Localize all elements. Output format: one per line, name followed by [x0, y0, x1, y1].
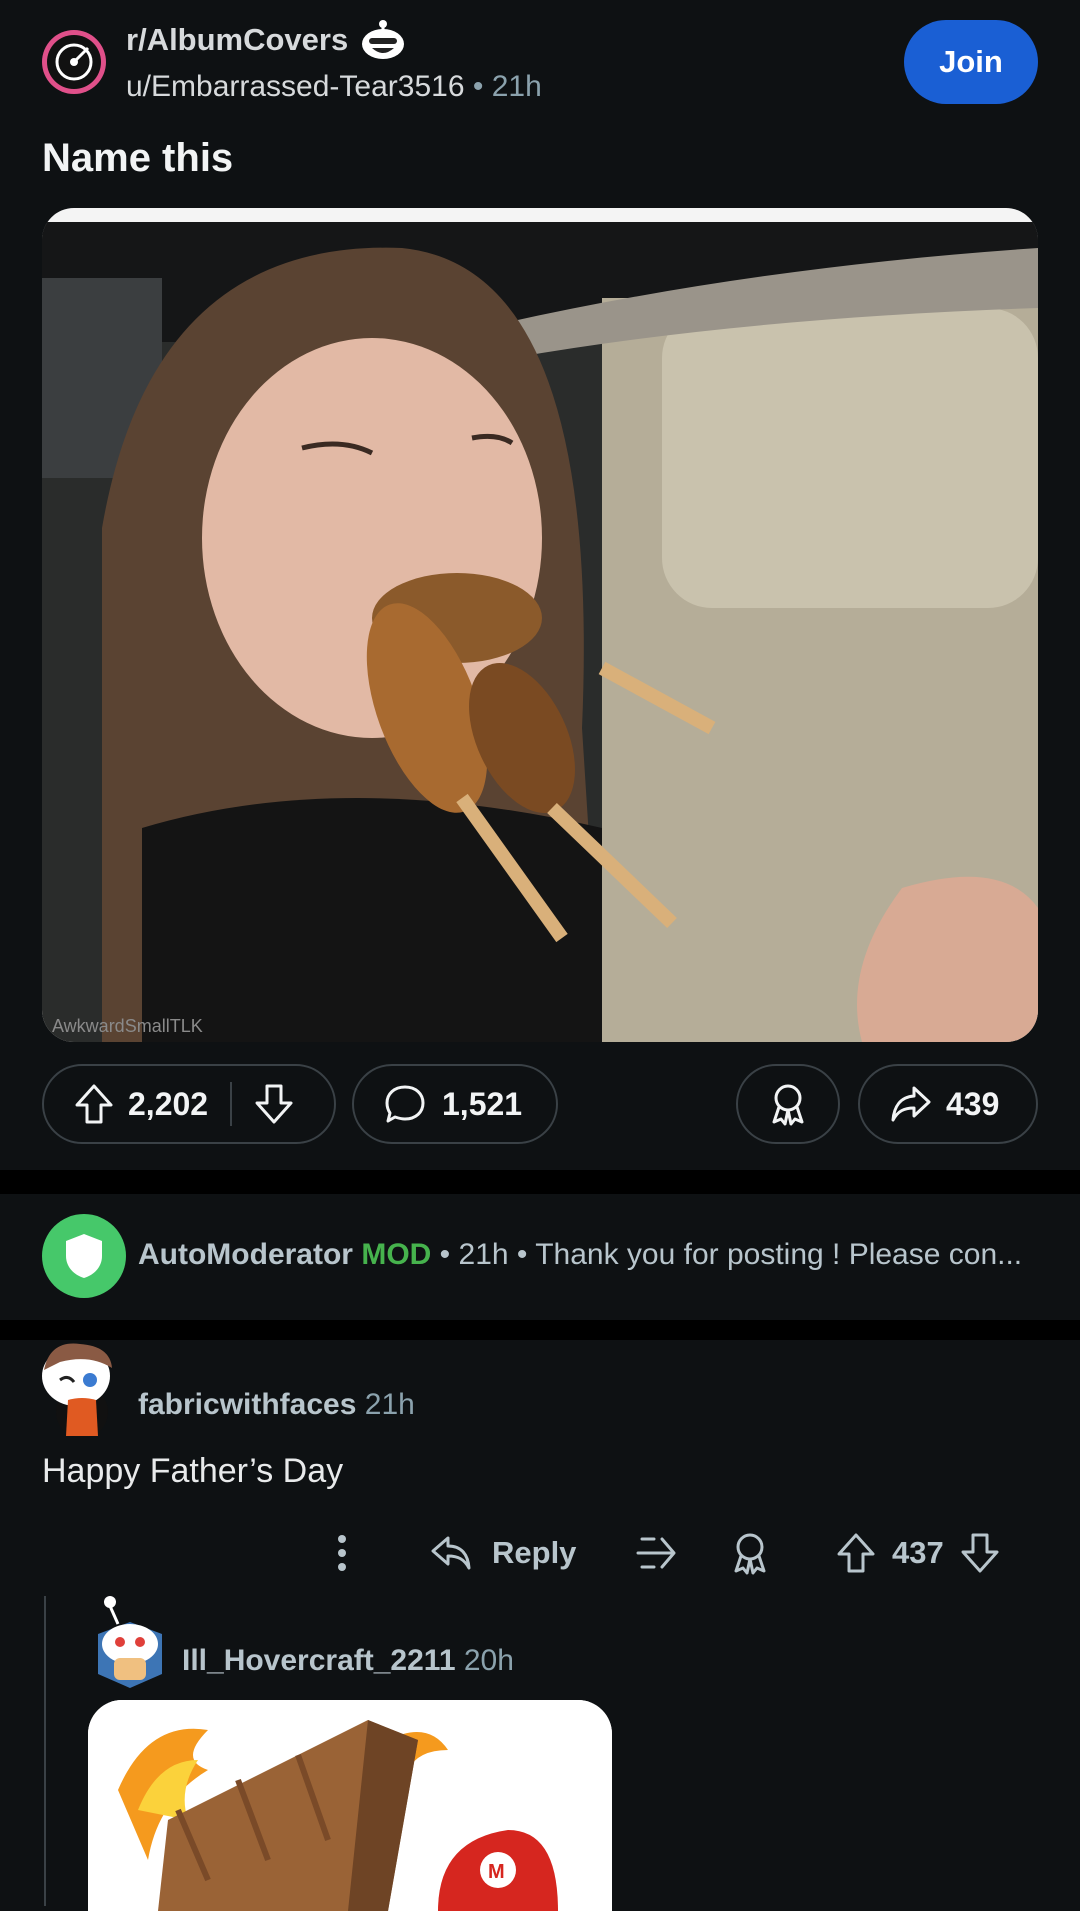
automod-name[interactable]: AutoModerator	[138, 1238, 353, 1271]
comment-vote-control: 437	[836, 1530, 1000, 1576]
post-author[interactable]: u/Embarrassed-Tear3516	[126, 70, 465, 103]
crosspost-icon[interactable]	[634, 1530, 678, 1576]
reply-image[interactable]: M	[88, 1700, 612, 1911]
post-title[interactable]: Name this	[42, 136, 233, 181]
upvote-icon[interactable]	[74, 1083, 114, 1125]
image-watermark: AwkwardSmallTLK	[52, 1016, 203, 1036]
subreddit-avatar[interactable]	[42, 30, 106, 94]
more-options-icon[interactable]	[336, 1530, 348, 1576]
comment-upvote-icon[interactable]	[836, 1532, 876, 1574]
share-arrow-icon	[890, 1085, 932, 1123]
snoo-flair-icon	[358, 18, 408, 62]
vote-control: 2,202	[42, 1064, 336, 1144]
section-divider	[0, 1170, 1080, 1194]
vote-divider	[230, 1082, 233, 1126]
post-age: 21h	[491, 70, 542, 103]
reply-button[interactable]: Reply	[430, 1530, 576, 1576]
automod-comment-row[interactable]: AutoModerator MOD • 21h • Thank you for …	[138, 1238, 1038, 1272]
reply-arrow-icon	[430, 1535, 472, 1571]
reply-age: 20h	[463, 1644, 514, 1677]
section-divider-2	[0, 1320, 1080, 1340]
award-button[interactable]	[736, 1064, 840, 1144]
shield-icon	[66, 1234, 102, 1278]
comment-age: 21h	[364, 1388, 415, 1421]
upvote-count: 2,202	[128, 1085, 209, 1122]
commenter-avatar[interactable]	[40, 1340, 118, 1440]
comment-score: 437	[892, 1535, 944, 1570]
downvote-icon[interactable]	[254, 1083, 294, 1125]
comment-body: Happy Father’s Day	[42, 1452, 344, 1490]
reply-label: Reply	[492, 1535, 577, 1570]
comment-header: fabricwithfaces 21h	[138, 1388, 415, 1422]
share-count: 439	[946, 1085, 1000, 1122]
comment-author[interactable]: fabricwithfaces	[138, 1388, 356, 1421]
join-button[interactable]: Join	[904, 20, 1038, 104]
share-button[interactable]: 439	[858, 1064, 1038, 1144]
automod-avatar[interactable]	[42, 1214, 126, 1298]
award-icon	[768, 1082, 808, 1126]
reply-author[interactable]: Ill_Hovercraft_2211	[182, 1644, 456, 1677]
meta-dot: •	[472, 70, 492, 103]
thread-line[interactable]	[44, 1596, 46, 1906]
mod-badge: MOD	[361, 1238, 432, 1271]
post-image[interactable]: AwkwardSmallTLK	[42, 208, 1038, 1042]
svg-text:M: M	[488, 1861, 505, 1883]
reply-author-avatar[interactable]	[94, 1594, 166, 1690]
automod-preview: • 21h • Thank you for posting ! Please c…	[439, 1238, 1023, 1271]
comments-button[interactable]: 1,521	[352, 1064, 558, 1144]
vinyl-record-icon	[47, 35, 101, 89]
post-meta: u/Embarrassed-Tear3516 • 21h	[126, 70, 542, 104]
comment-downvote-icon[interactable]	[960, 1532, 1000, 1574]
comment-award-icon[interactable]	[730, 1530, 770, 1576]
comment-bubble-icon	[384, 1084, 426, 1124]
comment-count: 1,521	[442, 1085, 523, 1122]
subreddit-name[interactable]: r/AlbumCovers	[126, 22, 348, 58]
reply-header: Ill_Hovercraft_2211 20h	[182, 1644, 514, 1678]
